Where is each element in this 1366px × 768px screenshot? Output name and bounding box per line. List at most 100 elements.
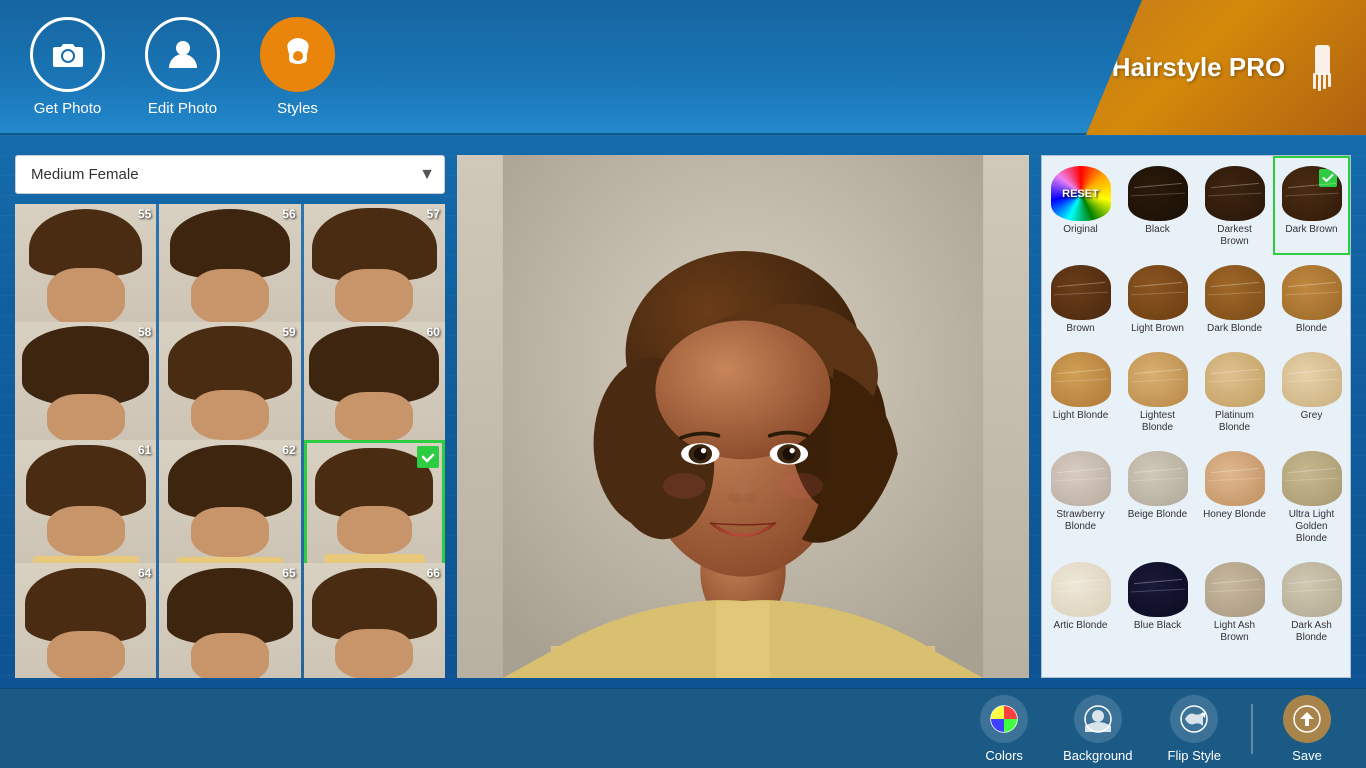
color-item-beige-blonde[interactable]: Beige Blonde xyxy=(1119,441,1196,552)
style-item-64[interactable]: 64 xyxy=(15,563,156,678)
flip-icon xyxy=(1170,695,1218,743)
flip-style-label: Flip Style xyxy=(1168,748,1221,763)
styles-label: Styles xyxy=(277,100,318,117)
color-swatch-light-blonde xyxy=(1051,352,1111,407)
dropdown-container: Short Female Medium Female Long Female S… xyxy=(15,155,445,194)
photo-panel xyxy=(457,155,1029,678)
style-number: 57 xyxy=(427,207,440,221)
toolbar-divider xyxy=(1251,704,1253,754)
color-swatch-black xyxy=(1128,166,1188,221)
background-label: Background xyxy=(1063,748,1132,763)
camera-icon xyxy=(30,17,105,92)
platinum-blonde-label: Platinum Blonde xyxy=(1203,410,1266,434)
bottom-toolbar: Colors Background Flip Style xyxy=(0,688,1366,768)
color-item-lightest-blonde[interactable]: Lightest Blonde xyxy=(1119,342,1196,441)
styles-panel: Short Female Medium Female Long Female S… xyxy=(15,155,445,678)
color-check xyxy=(1319,169,1337,187)
style-item-66[interactable]: 66 xyxy=(304,563,445,678)
blue-black-label: Blue Black xyxy=(1134,620,1181,632)
nav-item-edit-photo[interactable]: Edit Photo xyxy=(145,17,220,117)
style-number: 55 xyxy=(138,207,151,221)
style-checkmark xyxy=(417,446,439,468)
color-swatch-dark-ash-blonde xyxy=(1282,562,1342,617)
color-item-light-brown[interactable]: Light Brown xyxy=(1119,255,1196,342)
color-item-ultra-light-golden-blonde[interactable]: Ultra Light Golden Blonde xyxy=(1273,441,1350,552)
color-swatch-strawberry-blonde xyxy=(1051,451,1111,506)
styles-grid: 55 56 57 xyxy=(15,204,445,678)
comb-icon xyxy=(1305,43,1340,93)
color-item-blonde[interactable]: Blonde xyxy=(1273,255,1350,342)
color-item-light-blonde[interactable]: Light Blonde xyxy=(1042,342,1119,441)
color-swatch-dark-blonde xyxy=(1205,265,1265,320)
light-brown-label: Light Brown xyxy=(1131,323,1184,335)
style-item-65[interactable]: 65 xyxy=(159,563,300,678)
header: Get Photo Edit Photo Styles xyxy=(0,0,1366,135)
honey-blonde-label: Honey Blonde xyxy=(1203,509,1266,521)
light-ash-brown-label: Light Ash Brown xyxy=(1203,620,1266,644)
color-item-artic-blonde[interactable]: Artic Blonde xyxy=(1042,552,1119,651)
color-swatch-grey xyxy=(1282,352,1342,407)
colors-label: Colors xyxy=(985,748,1023,763)
save-button[interactable]: Save xyxy=(1268,690,1346,768)
color-item-platinum-blonde[interactable]: Platinum Blonde xyxy=(1196,342,1273,441)
background-icon xyxy=(1074,695,1122,743)
color-swatch-ultra-light-golden-blonde xyxy=(1282,451,1342,506)
portrait-svg xyxy=(457,155,1029,678)
color-item-dark-ash-blonde[interactable]: Dark Ash Blonde xyxy=(1273,552,1350,651)
original-label: Original xyxy=(1063,224,1097,236)
blonde-label: Blonde xyxy=(1296,323,1327,335)
style-number: 64 xyxy=(138,566,151,580)
save-icon xyxy=(1283,695,1331,743)
light-blonde-label: Light Blonde xyxy=(1053,410,1109,422)
reset-text: RESET xyxy=(1062,188,1099,200)
strawberry-blonde-label: Strawberry Blonde xyxy=(1049,509,1112,533)
logo-text: Hairstyle PRO xyxy=(1112,52,1285,83)
style-number: 61 xyxy=(138,443,151,457)
color-item-light-ash-brown[interactable]: Light Ash Brown xyxy=(1196,552,1273,651)
darkest-brown-label: Darkest Brown xyxy=(1203,224,1266,248)
color-swatch-darkest-brown xyxy=(1205,166,1265,221)
color-swatch-honey-blonde xyxy=(1205,451,1265,506)
color-swatch-beige-blonde xyxy=(1128,451,1188,506)
color-item-original[interactable]: RESET Original xyxy=(1042,156,1119,255)
dark-ash-blonde-label: Dark Ash Blonde xyxy=(1280,620,1343,644)
style-number: 66 xyxy=(427,566,440,580)
style-number: 65 xyxy=(282,566,295,580)
dark-blonde-label: Dark Blonde xyxy=(1207,323,1262,335)
background-button[interactable]: Background xyxy=(1048,690,1147,768)
color-item-blue-black[interactable]: Blue Black xyxy=(1119,552,1196,651)
color-item-honey-blonde[interactable]: Honey Blonde xyxy=(1196,441,1273,552)
color-swatch-blue-black xyxy=(1128,562,1188,617)
nav-item-get-photo[interactable]: Get Photo xyxy=(30,17,105,117)
style-dropdown[interactable]: Short Female Medium Female Long Female S… xyxy=(15,155,445,194)
logo-area: Hairstyle PRO xyxy=(1086,0,1366,135)
dark-brown-label: Dark Brown xyxy=(1285,224,1337,236)
brown-label: Brown xyxy=(1066,323,1094,335)
lightest-blonde-label: Lightest Blonde xyxy=(1126,410,1189,434)
nav-item-styles[interactable]: Styles xyxy=(260,17,335,117)
color-item-brown[interactable]: Brown xyxy=(1042,255,1119,342)
style-number: 62 xyxy=(282,443,295,457)
get-photo-label: Get Photo xyxy=(34,100,102,117)
colors-button[interactable]: Colors xyxy=(965,690,1043,768)
color-swatch-blonde xyxy=(1282,265,1342,320)
color-swatch-artic-blonde xyxy=(1051,562,1111,617)
color-item-black[interactable]: Black xyxy=(1119,156,1196,255)
color-swatch-lightest-blonde xyxy=(1128,352,1188,407)
hairstyle-icon xyxy=(260,17,335,92)
color-item-grey[interactable]: Grey xyxy=(1273,342,1350,441)
color-item-strawberry-blonde[interactable]: Strawberry Blonde xyxy=(1042,441,1119,552)
color-item-dark-brown[interactable]: Dark Brown xyxy=(1273,156,1350,255)
color-item-darkest-brown[interactable]: Darkest Brown xyxy=(1196,156,1273,255)
save-label: Save xyxy=(1292,748,1322,763)
beige-blonde-label: Beige Blonde xyxy=(1128,509,1188,521)
flip-style-button[interactable]: Flip Style xyxy=(1153,690,1236,768)
color-swatch-dark-brown xyxy=(1282,166,1342,221)
color-swatch-brown xyxy=(1051,265,1111,320)
color-item-dark-blonde[interactable]: Dark Blonde xyxy=(1196,255,1273,342)
black-label: Black xyxy=(1145,224,1169,236)
style-number: 58 xyxy=(138,325,151,339)
person-icon xyxy=(145,17,220,92)
color-swatch-platinum-blonde xyxy=(1205,352,1265,407)
reset-swatch: RESET xyxy=(1051,166,1111,221)
